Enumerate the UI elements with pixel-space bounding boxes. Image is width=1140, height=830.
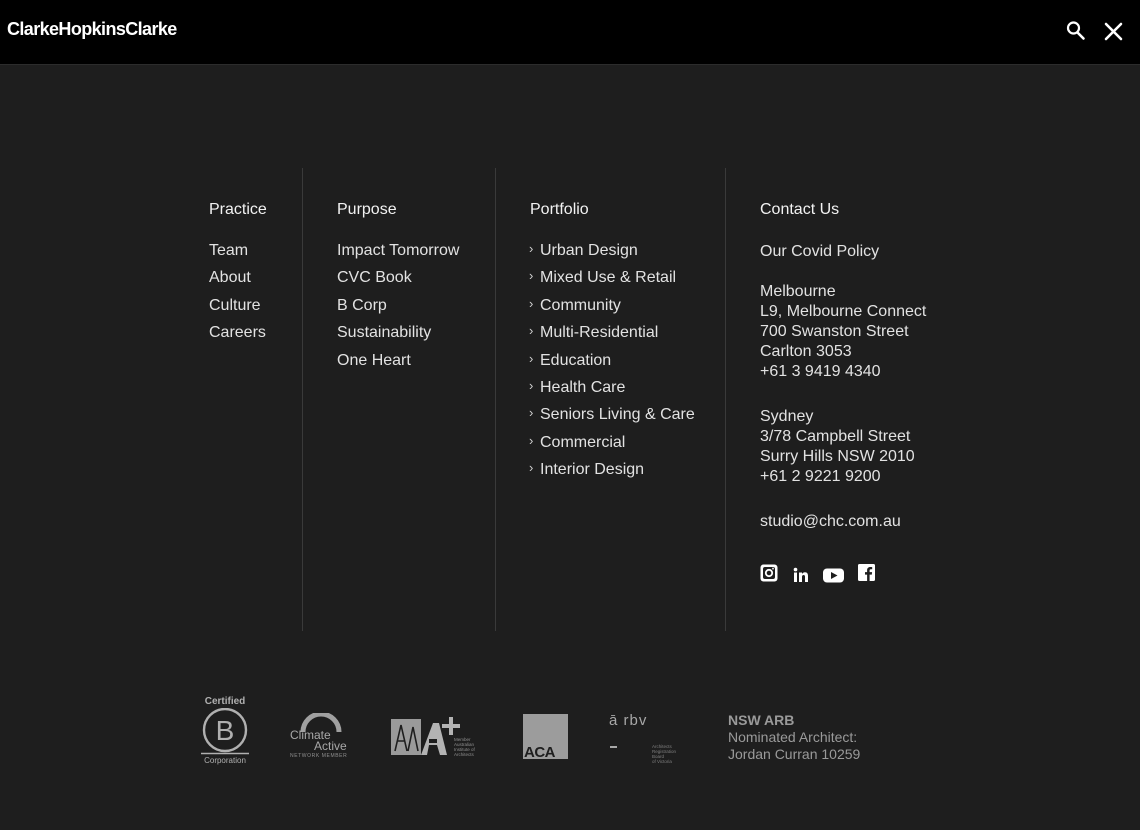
purpose-link-one-heart[interactable]: One Heart	[337, 352, 459, 379]
arbv-small-line2: Registration Board	[652, 749, 677, 759]
melbourne-address: Melbourne L9, Melbourne Connect 700 Swan…	[760, 282, 926, 382]
arbv-small-text: Architects Registration Board of Victori…	[652, 744, 689, 764]
melbourne-phone[interactable]: +61 3 9419 4340	[760, 362, 926, 382]
melbourne-street-1: L9, Melbourne Connect	[760, 303, 927, 320]
melbourne-suburb: Carlton 3053	[760, 343, 852, 360]
purpose-link-impact-tomorrow[interactable]: Impact Tomorrow	[337, 242, 459, 269]
portfolio-link-urban-design[interactable]: › Urban Design	[529, 241, 695, 269]
portfolio-link-label: Health Care	[540, 378, 626, 396]
purpose-link-cvc-book[interactable]: CVC Book	[337, 269, 459, 296]
bcorp-logo: B	[201, 708, 249, 755]
portfolio-link-seniors-living-care[interactable]: › Seniors Living & Care	[529, 405, 695, 433]
arbv-dash	[610, 746, 617, 748]
youtube-icon[interactable]	[823, 564, 844, 588]
practice-heading: Practice	[209, 201, 267, 218]
practice-link-team[interactable]: Team	[209, 242, 266, 269]
sydney-phone[interactable]: +61 2 9221 9200	[760, 467, 915, 487]
badge-climate-active[interactable]: Climate Active NETWORK MEMBER	[289, 713, 353, 763]
top-bar: ClarkeHopkinsClarke	[0, 0, 1140, 65]
practice-list: Team About Culture Careers	[209, 242, 266, 352]
portfolio-link-label: Multi-Residential	[540, 324, 659, 342]
portfolio-link-label: Commercial	[540, 433, 626, 451]
purpose-heading: Purpose	[337, 201, 397, 218]
bcorp-corporation-label: Corporation	[204, 756, 246, 765]
facebook-icon[interactable]	[858, 564, 875, 588]
portfolio-list: › Urban Design › Mixed Use & Retail › Commu…	[529, 241, 695, 489]
portfolio-link-label: Interior Design	[540, 461, 645, 479]
chevron-right-icon: ›	[529, 377, 534, 393]
nsw-arb-line2: Jordan Curran 10259	[728, 746, 861, 762]
chevron-right-icon: ›	[529, 268, 534, 284]
contact-heading: Contact Us	[760, 201, 840, 218]
chevron-right-icon: ›	[529, 460, 534, 476]
portfolio-link-community[interactable]: › Community	[529, 295, 695, 324]
purpose-link-b-corp[interactable]: B Corp	[337, 297, 459, 324]
chevron-right-icon: ›	[529, 432, 534, 448]
aia-text-line4: Architects	[454, 752, 474, 757]
portfolio-column: Portfolio › Urban Design › Mixed Use & Ret…	[495, 168, 726, 631]
chevron-right-icon: ›	[529, 323, 534, 339]
covid-policy-link[interactable]: Our Covid Policy	[760, 242, 879, 262]
sydney-address: Sydney 3/78 Campbell Street Surry Hills …	[760, 407, 915, 487]
portfolio-link-mixed-use-retail[interactable]: › Mixed Use & Retail	[529, 268, 695, 296]
practice-link-careers[interactable]: Careers	[209, 324, 266, 351]
search-icon[interactable]	[1066, 20, 1086, 47]
nsw-arb-info: NSW ARB Nominated Architect: Jordan Curr…	[728, 712, 860, 763]
close-icon[interactable]	[1104, 22, 1123, 46]
linkedin-icon[interactable]	[793, 564, 809, 588]
chevron-right-icon: ›	[529, 405, 534, 421]
bcorp-certified-label: Certified	[204, 696, 246, 707]
sydney-suburb: Surry Hills NSW 2010	[760, 448, 915, 465]
melbourne-street-2: 700 Swanston Street	[760, 323, 909, 340]
contact-column: Contact Us Our Covid Policy Melbourne L9…	[725, 168, 986, 631]
practice-column: Practice Team About Culture Careers	[209, 168, 302, 631]
badge-arbv[interactable]: ā rbv Architects Registration Board of V…	[609, 712, 689, 764]
badge-aia[interactable]: Member Australian Institute of Architect…	[391, 717, 483, 757]
portfolio-link-education[interactable]: › Education	[529, 350, 695, 379]
portfolio-link-label: Urban Design	[540, 242, 638, 259]
portfolio-heading: Portfolio	[530, 201, 589, 218]
sydney-street: 3/78 Campbell Street	[760, 428, 911, 445]
purpose-list: Impact Tomorrow CVC Book B Corp Sustaina…	[337, 242, 459, 379]
aca-text: ACA	[524, 744, 556, 759]
portfolio-link-label: Education	[540, 351, 612, 369]
melbourne-city: Melbourne	[760, 283, 836, 300]
purpose-column: Purpose Impact Tomorrow CVC Book B Corp …	[302, 168, 496, 631]
social-links	[760, 564, 875, 588]
badge-bcorp[interactable]: Certified B Corporation	[201, 696, 249, 776]
nsw-arb-line1: Nominated Architect:	[728, 729, 858, 745]
practice-link-about[interactable]: About	[209, 269, 266, 296]
chevron-right-icon: ›	[529, 350, 534, 366]
arbv-text: ā rbv	[609, 712, 648, 729]
badge-aca[interactable]: ACA	[523, 714, 568, 759]
aia-text: Member Australian Institute of Architect…	[454, 737, 475, 757]
arbv-small-line3: of Victoria	[652, 759, 672, 764]
chevron-right-icon: ›	[529, 295, 534, 311]
portfolio-link-interior-design[interactable]: › Interior Design	[529, 460, 695, 488]
portfolio-link-multi-residential[interactable]: › Multi-Residential	[529, 323, 695, 351]
portfolio-link-label: Mixed Use & Retail	[540, 269, 677, 287]
chevron-right-icon: ›	[529, 241, 534, 256]
climate-active-line3: NETWORK MEMBER	[290, 753, 348, 759]
practice-link-culture[interactable]: Culture	[209, 297, 266, 324]
instagram-icon[interactable]	[760, 564, 778, 588]
sydney-city: Sydney	[760, 408, 814, 425]
portfolio-link-commercial[interactable]: › Commercial	[529, 432, 695, 461]
purpose-link-sustainability[interactable]: Sustainability	[337, 324, 459, 351]
portfolio-link-label: Seniors Living & Care	[540, 406, 695, 424]
email-link[interactable]: studio@chc.com.au	[760, 512, 901, 532]
climate-active-line2: Active	[314, 739, 347, 753]
aia-logo	[391, 717, 460, 755]
portfolio-link-health-care[interactable]: › Health Care	[529, 377, 695, 406]
bcorp-letter: B	[216, 715, 235, 746]
logo[interactable]: ClarkeHopkinsClarke	[7, 19, 177, 40]
portfolio-link-label: Community	[540, 296, 621, 314]
nsw-arb-title: NSW ARB	[728, 712, 795, 728]
